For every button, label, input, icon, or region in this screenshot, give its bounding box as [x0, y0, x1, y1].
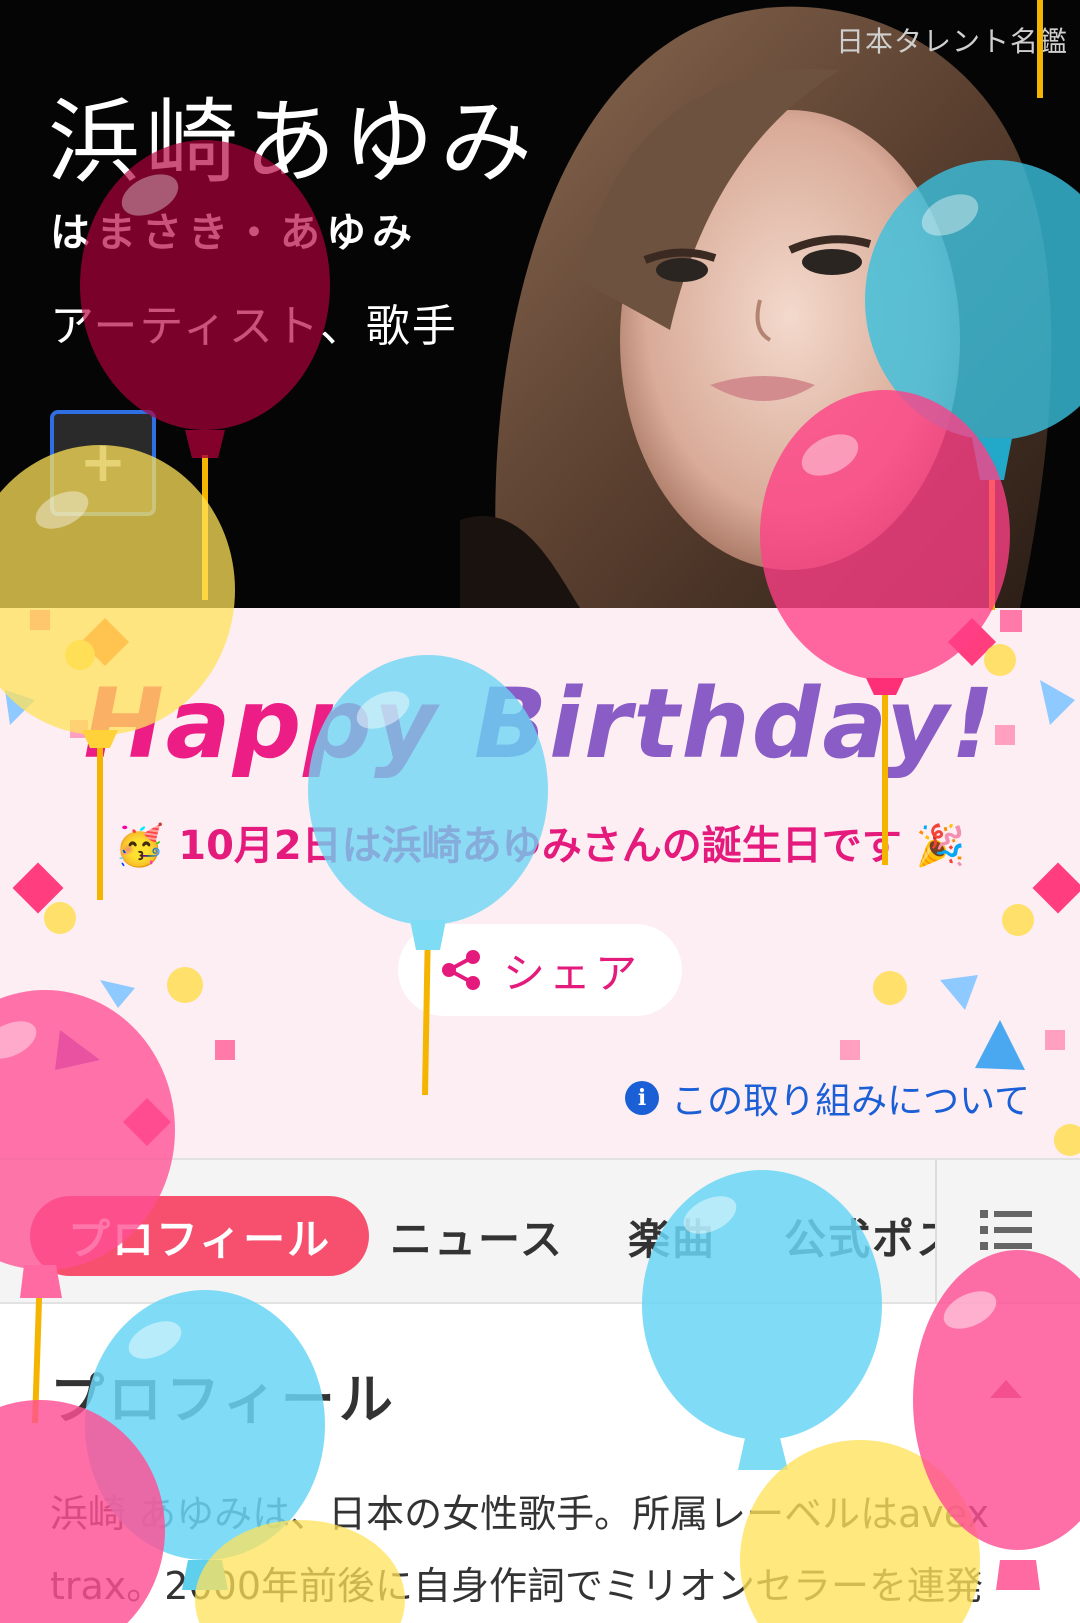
tab-songs[interactable]: 楽曲 [628, 1196, 716, 1276]
artist-name: 浜崎あゆみ [48, 89, 539, 196]
chevron-up-icon[interactable] [990, 1380, 1022, 1398]
source-label: 日本タレント名鑑 [835, 25, 1068, 58]
birthday-message: 🥳 10月2日は浜崎あゆみさんの誕生日です 🎉 [114, 823, 966, 869]
artist-role: アーティスト、歌手 [50, 301, 458, 352]
info-icon: i [625, 1081, 660, 1115]
tab-divider [935, 1160, 937, 1302]
hero-header: 日本タレント名鑑 浜崎あゆみ はまさき・あゆみ アーティスト、歌手 + [0, 0, 1080, 608]
share-label: シェア [502, 948, 641, 998]
artist-kana: はまさき・あゆみ [50, 210, 418, 256]
birthday-banner: Happy Birthday! 🥳 10月2日は浜崎あゆみさんの誕生日です 🎉 … [0, 608, 1080, 1158]
tab-news[interactable]: ニュース [390, 1196, 564, 1276]
birthday-title-happy: Happy [83, 668, 474, 780]
add-favorite-button[interactable]: + [50, 410, 156, 516]
about-initiative-link[interactable]: i この取り組みについて [625, 1072, 1030, 1124]
share-icon [441, 950, 480, 990]
plus-icon: + [79, 430, 127, 495]
birthday-title-birthday: Birthday! [474, 668, 997, 780]
birthday-title: Happy Birthday! [0, 668, 1080, 780]
tab-profile[interactable]: プロフィール [30, 1196, 370, 1276]
profile-body: 浜崎 あゆみは、日本の女性歌手。所属レーベルはavex trax。2000年前後… [50, 1492, 990, 1608]
list-menu-icon[interactable] [980, 1208, 1032, 1252]
profile-heading: プロフィール [50, 1368, 397, 1431]
tab-strip: プロフィール ニュース 楽曲 公式ポスト [0, 1160, 935, 1302]
tab-official-posts[interactable]: 公式ポスト [784, 1196, 935, 1276]
section-tabs: プロフィール ニュース 楽曲 公式ポスト [0, 1158, 1080, 1304]
share-button[interactable]: シェア [398, 924, 682, 1016]
about-link-label: この取り組みについて [671, 1081, 1030, 1122]
portrait-image [460, 6, 1052, 608]
